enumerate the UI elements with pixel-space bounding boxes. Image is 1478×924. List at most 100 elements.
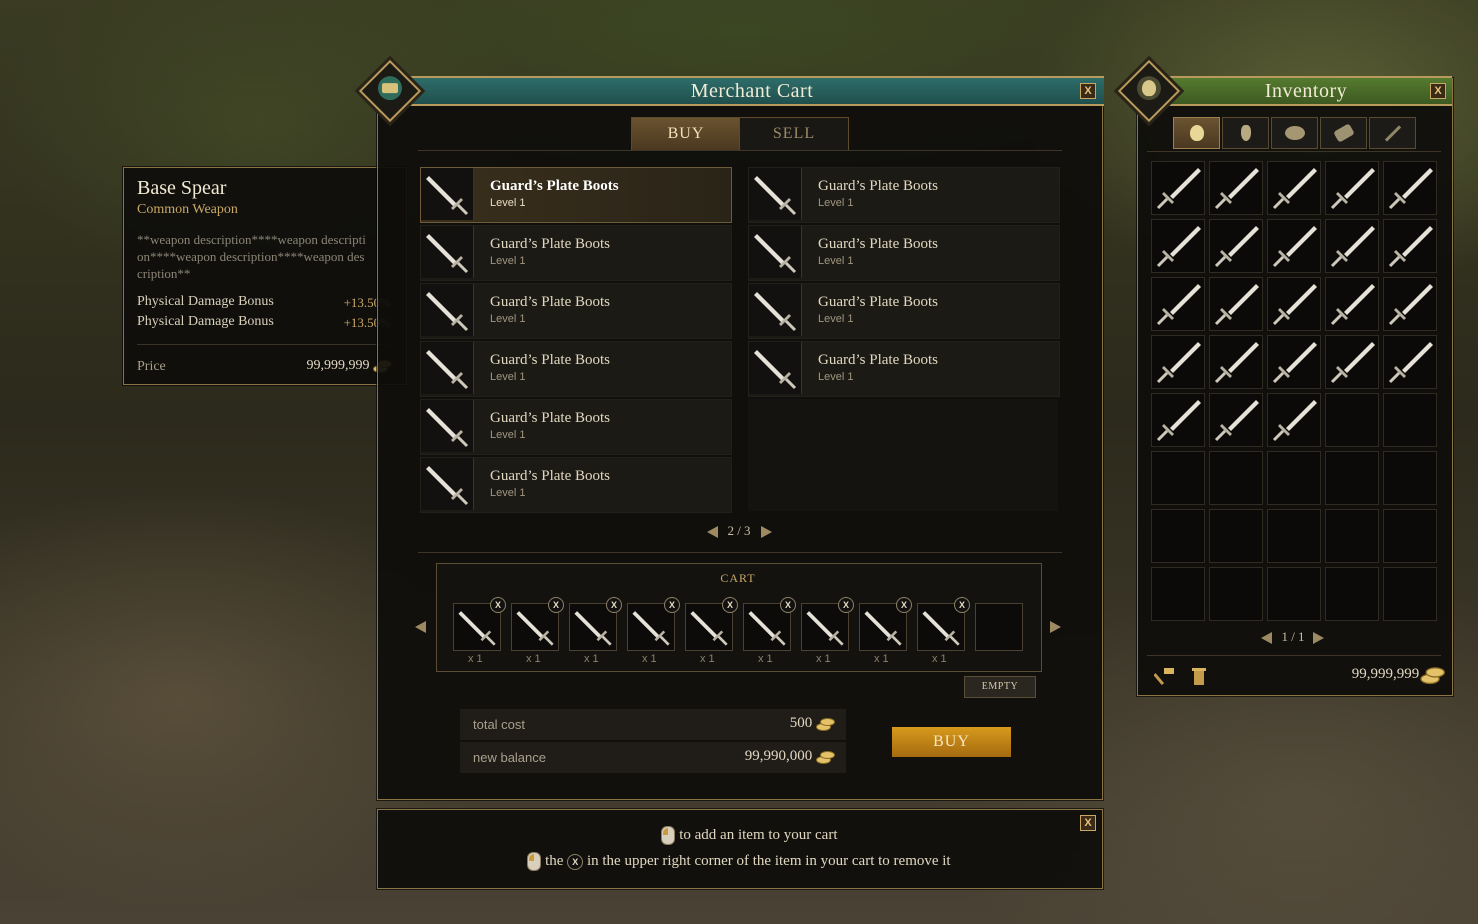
shop-item-row[interactable]: Guard’s Plate Boots Level 1	[748, 283, 1060, 339]
cart-remove-button[interactable]: X	[780, 597, 796, 613]
inventory-slot-empty[interactable]	[1325, 509, 1379, 563]
inventory-tab-material[interactable]	[1320, 117, 1367, 149]
inventory-slot[interactable]	[1151, 219, 1205, 273]
inventory-slot[interactable]	[1383, 335, 1437, 389]
tooltip-price-label: Price	[137, 359, 166, 374]
item-name: Guard’s Plate Boots	[818, 236, 938, 252]
inventory-slot-empty[interactable]	[1383, 509, 1437, 563]
cart-title: CART	[720, 571, 756, 585]
shop-item-row[interactable]: Guard’s Plate Boots Level 1	[748, 167, 1060, 223]
tab-sell[interactable]: SELL	[739, 117, 849, 151]
cart-remove-button[interactable]: X	[490, 597, 506, 613]
inventory-slot[interactable]	[1267, 393, 1321, 447]
inventory-slot[interactable]	[1209, 161, 1263, 215]
cart-remove-button[interactable]: X	[664, 597, 680, 613]
inventory-slot[interactable]	[1267, 219, 1321, 273]
cart-prev-arrow[interactable]	[415, 621, 426, 633]
inventory-slot[interactable]	[1209, 219, 1263, 273]
shop-item-row[interactable]: Guard’s Plate Boots Level 1	[748, 225, 1060, 281]
sword-icon	[1388, 284, 1433, 326]
shop-item-row[interactable]: Guard’s Plate Boots Level 1	[420, 283, 732, 339]
merchant-close-button[interactable]: X	[1080, 83, 1096, 99]
inventory-slot[interactable]	[1267, 335, 1321, 389]
empty-cart-button[interactable]: EMPTY	[964, 676, 1036, 698]
sword-icon	[1388, 226, 1433, 268]
inventory-slot-empty[interactable]	[1383, 567, 1437, 621]
inventory-slot[interactable]	[1325, 161, 1379, 215]
cart-quantity: x 1	[584, 653, 599, 665]
page-next-arrow[interactable]	[761, 526, 772, 538]
item-slot	[421, 342, 474, 394]
inventory-slot-empty[interactable]	[1325, 451, 1379, 505]
inventory-slot-empty[interactable]	[1209, 567, 1263, 621]
sword-icon	[754, 234, 797, 274]
sword-icon	[1272, 400, 1317, 442]
shop-item-row[interactable]: Guard’s Plate Boots Level 1	[420, 399, 732, 455]
inventory-tab-weapon[interactable]	[1369, 117, 1416, 149]
inventory-slot-empty[interactable]	[1325, 393, 1379, 447]
cart-slot-empty[interactable]	[975, 603, 1023, 651]
inventory-slot[interactable]	[1383, 277, 1437, 331]
inventory-tab-money[interactable]	[1173, 117, 1220, 149]
inventory-slot-empty[interactable]	[1151, 509, 1205, 563]
shop-item-row[interactable]: Guard’s Plate Boots Level 1	[420, 457, 732, 513]
inventory-slot[interactable]	[1209, 335, 1263, 389]
inventory-slot[interactable]	[1151, 393, 1205, 447]
cart-remove-button[interactable]: X	[838, 597, 854, 613]
item-name: Guard’s Plate Boots	[490, 294, 610, 310]
tab-buy[interactable]: BUY	[631, 117, 741, 151]
inventory-slot[interactable]	[1383, 219, 1437, 273]
item-level: Level 1	[818, 197, 854, 209]
inventory-slot[interactable]	[1151, 335, 1205, 389]
inventory-slot-empty[interactable]	[1209, 509, 1263, 563]
weapon-icon	[1384, 124, 1401, 142]
page-prev-arrow[interactable]	[707, 526, 718, 538]
inventory-slot-empty[interactable]	[1383, 451, 1437, 505]
inventory-page-indicator: 1 / 1	[1281, 629, 1305, 644]
inventory-tab-potion[interactable]	[1222, 117, 1269, 149]
help-text-2b: in the upper right corner of the item in…	[586, 852, 951, 869]
inventory-slot-empty[interactable]	[1383, 393, 1437, 447]
sword-icon	[1156, 226, 1201, 268]
repair-hammer-icon[interactable]	[1153, 665, 1176, 687]
trash-icon[interactable]	[1190, 665, 1208, 687]
cart-remove-button[interactable]: X	[954, 597, 970, 613]
inventory-slot-empty[interactable]	[1267, 509, 1321, 563]
shop-item-row[interactable]: Guard’s Plate Boots Level 1	[420, 167, 732, 223]
mouse-icon	[661, 826, 676, 845]
sword-icon	[1214, 400, 1259, 442]
divider	[1147, 151, 1441, 152]
cart-remove-button[interactable]: X	[722, 597, 738, 613]
inventory-slot[interactable]	[1267, 161, 1321, 215]
help-line-1: to add an item to your cart	[377, 826, 1122, 845]
inventory-slot-empty[interactable]	[1325, 567, 1379, 621]
inventory-slot[interactable]	[1209, 393, 1263, 447]
inventory-slot[interactable]	[1383, 161, 1437, 215]
cart-remove-button[interactable]: X	[548, 597, 564, 613]
inventory-slot[interactable]	[1151, 161, 1205, 215]
inventory-slot[interactable]	[1151, 277, 1205, 331]
inventory-slot[interactable]	[1209, 277, 1263, 331]
inventory-slot[interactable]	[1267, 277, 1321, 331]
inventory-slot-empty[interactable]	[1151, 451, 1205, 505]
inventory-slot[interactable]	[1325, 335, 1379, 389]
shop-item-row[interactable]: Guard’s Plate Boots Level 1	[748, 341, 1060, 397]
sword-icon	[1156, 284, 1201, 326]
inventory-slot-empty[interactable]	[1151, 567, 1205, 621]
shop-item-row[interactable]: Guard’s Plate Boots Level 1	[420, 341, 732, 397]
inventory-close-button[interactable]: X	[1430, 83, 1446, 99]
inventory-page-next-arrow[interactable]	[1313, 632, 1324, 644]
inventory-page-prev-arrow[interactable]	[1261, 632, 1272, 644]
buy-button[interactable]: BUY	[892, 727, 1011, 757]
cart-quantity: x 1	[642, 653, 657, 665]
inventory-slot[interactable]	[1325, 219, 1379, 273]
shop-item-row[interactable]: Guard’s Plate Boots Level 1	[420, 225, 732, 281]
cart-next-arrow[interactable]	[1050, 621, 1061, 633]
cart-remove-button[interactable]: X	[606, 597, 622, 613]
inventory-slot-empty[interactable]	[1267, 451, 1321, 505]
inventory-tab-food[interactable]	[1271, 117, 1318, 149]
inventory-slot-empty[interactable]	[1209, 451, 1263, 505]
inventory-slot[interactable]	[1325, 277, 1379, 331]
cart-remove-button[interactable]: X	[896, 597, 912, 613]
inventory-slot-empty[interactable]	[1267, 567, 1321, 621]
